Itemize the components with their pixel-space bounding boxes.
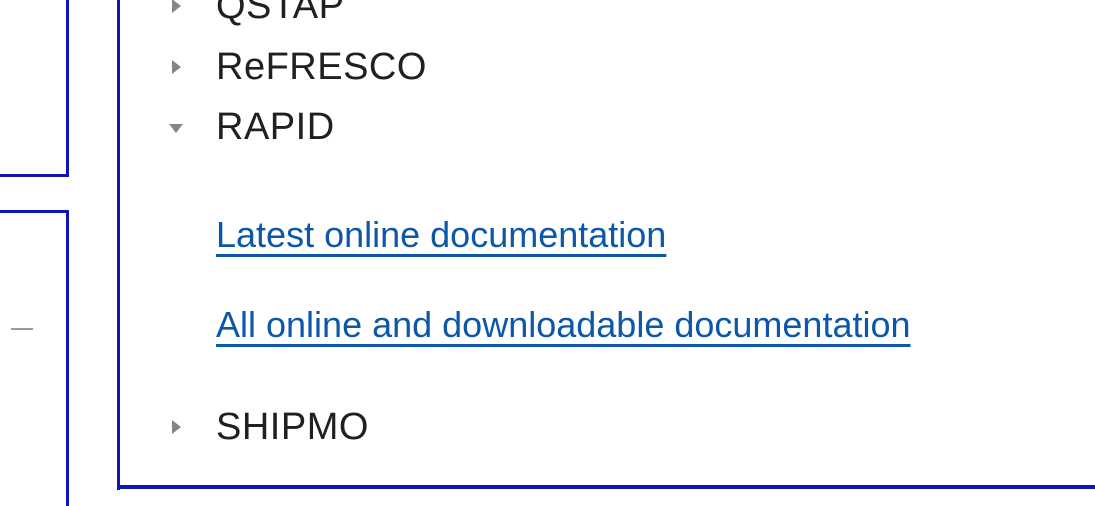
triangle-right-icon[interactable]	[168, 419, 184, 435]
documentation-tree: QSTAP ReFRESCO RAPID Latest online docum…	[150, 0, 1095, 468]
page-frame: QSTAP ReFRESCO RAPID Latest online docum…	[0, 0, 1095, 506]
triangle-down-icon[interactable]	[168, 119, 184, 135]
tree-item-rapid[interactable]: RAPID	[168, 97, 335, 157]
triangle-right-icon[interactable]	[168, 59, 184, 75]
tree-item-qstap[interactable]: QSTAP	[168, 0, 345, 36]
tree-item-refresco[interactable]: ReFRESCO	[168, 37, 427, 97]
content-border-left	[117, 0, 120, 490]
content-border-bottom	[117, 485, 1095, 489]
frame-line-left-top	[66, 0, 69, 176]
left-dash-marker	[11, 328, 33, 330]
frame-line-top-horizontal	[0, 174, 69, 177]
tree-item-label: ReFRESCO	[216, 45, 427, 88]
tree-item-label: QSTAP	[216, 0, 345, 27]
triangle-right-icon[interactable]	[168, 0, 184, 14]
latest-online-documentation-link[interactable]: Latest online documentation	[216, 214, 666, 256]
tree-item-shipmo[interactable]: SHIPMO	[168, 397, 369, 457]
frame-line-middle-horizontal	[0, 210, 69, 213]
tree-item-label: RAPID	[216, 105, 335, 148]
tree-item-label: SHIPMO	[216, 405, 369, 448]
frame-line-left-bottom	[66, 210, 69, 506]
all-online-downloadable-documentation-link[interactable]: All online and downloadable documentatio…	[216, 304, 911, 346]
